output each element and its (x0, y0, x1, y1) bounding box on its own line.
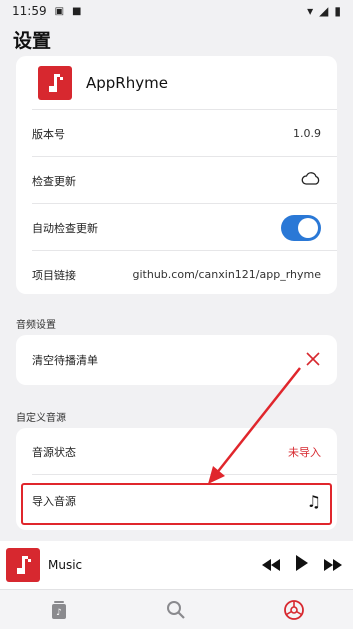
wifi-icon: ▾ (307, 4, 314, 18)
source-status-value: 未导入 (288, 445, 321, 459)
music-note-icon (49, 74, 63, 92)
auto-check-update-label: 自动检查更新 (32, 221, 98, 235)
status-bar: 11:59 ▣ ■ ▾ ◢ ▮ (0, 0, 353, 22)
app-header: AppRhyme (16, 56, 337, 110)
app-info-card: AppRhyme 版本号 1.0.9 检查更新 自动检查更新 项目链接 gith… (16, 56, 337, 294)
auto-check-update-row: 自动检查更新 (16, 204, 337, 251)
battery-icon: ▮ (334, 4, 341, 18)
notification-icon-2: ■ (72, 5, 82, 17)
cloud-icon[interactable] (301, 172, 321, 189)
audio-settings-card: 清空待播清单 (16, 335, 337, 385)
version-label: 版本号 (32, 127, 65, 141)
fast-forward-icon[interactable] (323, 556, 343, 575)
tab-library[interactable]: ♪ (29, 595, 89, 625)
notification-icon: ▣ (54, 5, 65, 17)
version-row: 版本号 1.0.9 (16, 110, 337, 157)
tab-search[interactable] (146, 595, 206, 625)
auto-check-update-toggle[interactable] (281, 214, 321, 241)
source-status-label: 音源状态 (32, 445, 76, 459)
player-artwork (6, 548, 40, 582)
rewind-icon[interactable] (261, 556, 281, 575)
signal-icon: ◢ (319, 4, 329, 18)
custom-source-section-title: 自定义音源 (16, 413, 66, 424)
version-value: 1.0.9 (293, 127, 321, 140)
check-update-row[interactable]: 检查更新 (16, 157, 337, 204)
mini-player[interactable]: Music (0, 541, 353, 589)
tab-bar: ♪ (0, 589, 353, 629)
status-time: 11:59 (12, 4, 47, 18)
clear-queue-label: 清空待播清单 (32, 354, 98, 367)
svg-text:♪: ♪ (56, 608, 62, 618)
tab-settings[interactable] (264, 595, 324, 625)
player-title: Music (48, 558, 83, 572)
annotation-highlight-box (21, 483, 332, 525)
search-icon (167, 600, 186, 619)
settings-icon (284, 599, 305, 620)
app-name: AppRhyme (86, 74, 168, 92)
source-status-row: 音源状态 未导入 (16, 428, 337, 475)
project-link-row: 项目链接 github.com/canxin121/app_rhyme (16, 251, 337, 298)
music-note-icon (17, 556, 31, 574)
project-link-label: 项目链接 (32, 268, 76, 282)
audio-section-title: 音频设置 (16, 320, 56, 331)
clear-queue-row[interactable]: 清空待播清单 (16, 335, 337, 385)
page-title: 设置 (13, 30, 52, 52)
close-x-icon[interactable] (305, 351, 321, 370)
library-icon: ♪ (51, 600, 66, 619)
project-link-value[interactable]: github.com/canxin121/app_rhyme (133, 268, 321, 281)
app-logo (38, 66, 72, 100)
check-update-label: 检查更新 (32, 174, 76, 188)
play-icon[interactable] (295, 555, 309, 575)
